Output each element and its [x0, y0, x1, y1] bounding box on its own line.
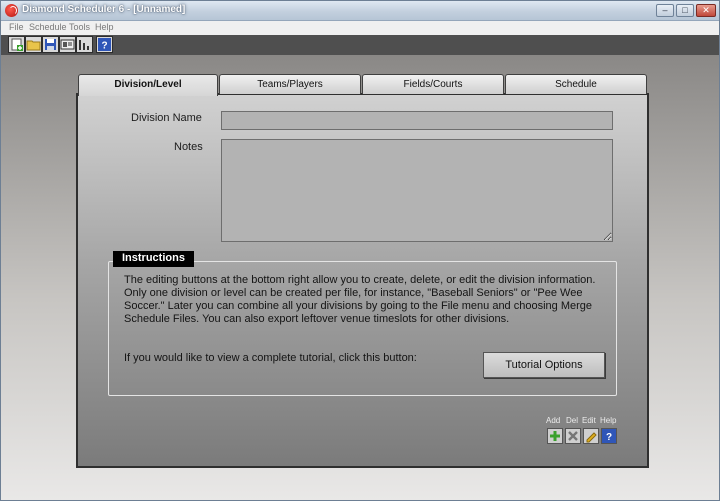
- menu-bar: File Schedule Tools Help: [1, 21, 719, 35]
- help-button[interactable]: ?: [601, 428, 617, 444]
- chart-button[interactable]: [76, 36, 93, 53]
- tab-fields-courts[interactable]: Fields/Courts: [362, 74, 504, 94]
- instructions-title: Instructions: [113, 251, 194, 267]
- chart-icon: [79, 40, 89, 50]
- svg-text:?: ?: [101, 41, 107, 52]
- title-bar[interactable]: Diamond Scheduler 6 - [Unnamed] – □ ✕: [1, 1, 719, 21]
- tab-division-level[interactable]: Division/Level: [78, 74, 218, 96]
- window-title: Diamond Scheduler 6 - [Unnamed]: [22, 4, 186, 15]
- open-folder-button[interactable]: [25, 36, 42, 53]
- open-folder-icon: [26, 40, 41, 51]
- print-preview-button[interactable]: [59, 36, 76, 53]
- help-label: Help: [600, 416, 617, 425]
- add-button[interactable]: [547, 428, 563, 444]
- help-icon: ?: [602, 429, 616, 443]
- tutorial-options-button[interactable]: Tutorial Options: [483, 352, 605, 378]
- edit-button[interactable]: [583, 428, 599, 444]
- division-name-input[interactable]: [221, 111, 613, 130]
- save-icon: [45, 39, 56, 50]
- division-panel: Division Name Notes Instructions The edi…: [76, 93, 649, 468]
- new-file-icon: [11, 38, 23, 51]
- tutorial-prompt: If you would like to view a complete tut…: [124, 352, 417, 364]
- menu-tools[interactable]: Tools: [69, 22, 90, 32]
- toolbar: ?: [1, 35, 719, 55]
- svg-text:?: ?: [606, 432, 612, 443]
- menu-help[interactable]: Help: [95, 22, 114, 32]
- new-file-button[interactable]: [8, 36, 25, 53]
- division-name-label: Division Name: [131, 112, 202, 124]
- delete-button[interactable]: [565, 428, 581, 444]
- edit-label: Edit: [582, 416, 596, 425]
- app-logo-icon: [5, 4, 18, 17]
- help-icon: ?: [98, 38, 111, 52]
- tab-teams-players[interactable]: Teams/Players: [219, 74, 361, 94]
- save-button[interactable]: [42, 36, 59, 53]
- plus-icon: [550, 431, 560, 441]
- help-toolbar-button[interactable]: ?: [96, 36, 113, 53]
- notes-textarea[interactable]: [221, 139, 613, 242]
- delete-label: Del: [566, 416, 579, 425]
- maximize-button[interactable]: □: [676, 4, 694, 17]
- tab-schedule[interactable]: Schedule: [505, 74, 647, 94]
- minimize-button[interactable]: –: [656, 4, 674, 17]
- menu-schedule[interactable]: Schedule: [29, 22, 67, 32]
- add-label: Add: [546, 416, 561, 425]
- close-button[interactable]: ✕: [696, 4, 716, 17]
- print-preview-icon: [60, 39, 75, 50]
- instructions-text: The editing buttons at the bottom right …: [124, 274, 596, 325]
- pencil-icon: [586, 432, 597, 443]
- menu-file[interactable]: File: [9, 22, 24, 32]
- x-icon: [568, 431, 578, 441]
- notes-label: Notes: [174, 141, 203, 153]
- tab-panel: Division Name Notes Instructions The edi…: [76, 74, 649, 468]
